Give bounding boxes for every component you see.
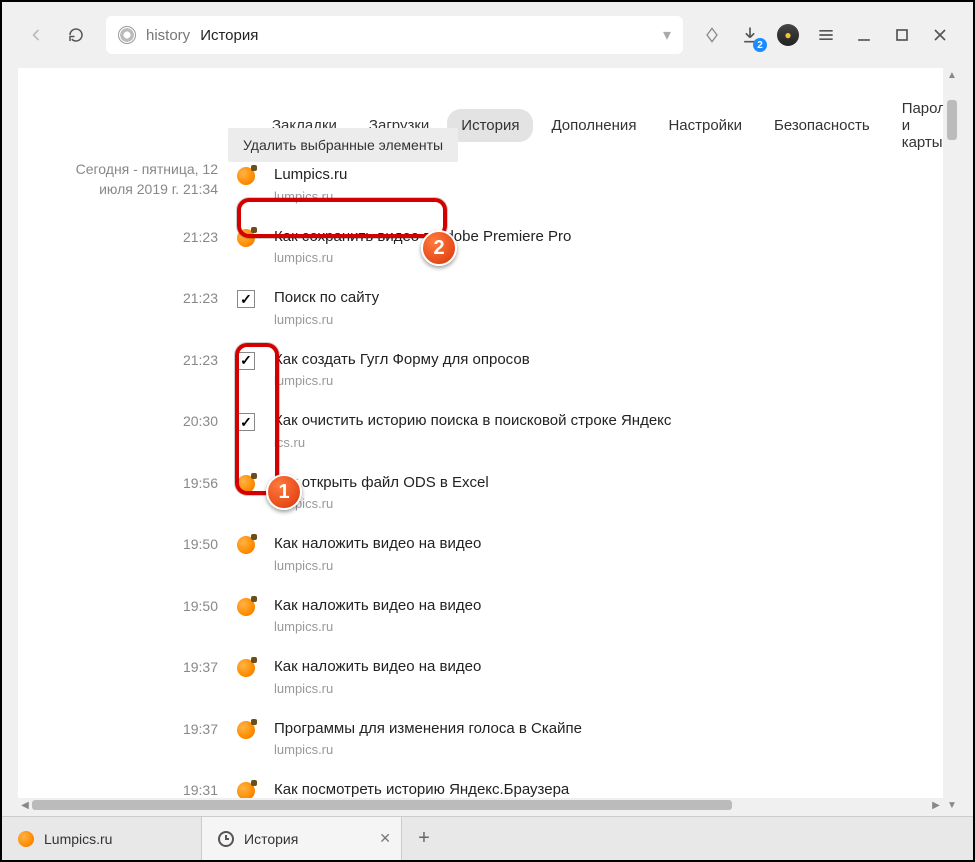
entry-time: 19:56	[18, 473, 218, 491]
minimize-button[interactable]	[849, 20, 879, 50]
entry-domain: lumpics.ru	[274, 373, 943, 388]
entry-title[interactable]: Как наложить видео на видео	[274, 596, 943, 616]
history-entry[interactable]: 19:56 Как открыть файл ODS в Excel lumpics…	[18, 468, 943, 530]
scroll-right-icon[interactable]: ▶	[929, 798, 943, 812]
entry-time: 21:23	[18, 227, 218, 245]
scroll-thumb[interactable]	[947, 100, 957, 140]
entry-title[interactable]: Программы для изменения голоса в Скайпе	[274, 719, 943, 739]
entry-domain: ics.ru	[274, 435, 943, 450]
tab-close-icon[interactable]: ✕	[379, 830, 391, 847]
entry-domain: lumpics.ru	[274, 742, 943, 757]
scroll-thumb-h[interactable]	[32, 800, 732, 810]
history-entry[interactable]: 21:23 Как сохранить видео в Adobe Premier…	[18, 222, 943, 284]
entry-domain: lumpics.ru	[274, 312, 943, 327]
entry-domain: lumpics.ru	[274, 250, 943, 265]
entry-checkbox[interactable]	[237, 290, 255, 308]
entry-time: 21:23	[18, 350, 218, 368]
entry-title[interactable]: Как создать Гугл Форму для опросов	[274, 350, 943, 370]
favicon-icon	[237, 475, 255, 493]
maximize-button[interactable]	[887, 20, 917, 50]
avatar: ●	[777, 24, 799, 46]
favicon-icon	[18, 831, 34, 847]
reload-button[interactable]	[60, 19, 92, 51]
browser-toolbar: history История ▾ 2 ●	[2, 2, 973, 68]
entry-time: 19:50	[18, 596, 218, 614]
history-entry[interactable]: 19:50 Как наложить видео на видео lumpics.…	[18, 591, 943, 653]
delete-selected-button[interactable]: Удалить выбранные элементы	[228, 128, 458, 162]
horizontal-scrollbar[interactable]: ◀ ▶	[18, 798, 943, 812]
yandex-button[interactable]	[697, 20, 727, 50]
favicon-icon	[237, 659, 255, 677]
entry-title[interactable]: Lumpics.ru	[274, 165, 943, 185]
downloads-badge: 2	[753, 38, 767, 52]
entry-domain: lumpics.ru	[274, 189, 943, 204]
entry-time: 21:23	[18, 288, 218, 306]
scroll-left-icon[interactable]: ◀	[18, 798, 32, 812]
site-icon	[118, 26, 136, 44]
entry-time: 20:30	[18, 411, 218, 429]
entry-time: 19:50	[18, 534, 218, 552]
profile-button[interactable]: ●	[773, 20, 803, 50]
entry-domain: lumpics.ru	[274, 496, 943, 511]
entry-title[interactable]: Как открыть файл ODS в Excel	[274, 473, 943, 493]
address-bar[interactable]: history История ▾	[106, 16, 683, 54]
entry-title[interactable]: Как наложить видео на видео	[274, 534, 943, 554]
scroll-down-icon[interactable]: ▼	[945, 798, 959, 812]
history-entry[interactable]: Lumpics.ru lumpics.ru	[18, 160, 943, 222]
history-entry[interactable]: 19:50 Как наложить видео на видео lumpics.…	[18, 529, 943, 591]
close-window-button[interactable]	[925, 20, 955, 50]
page-content: ЗакладкиЗагрузкиИсторияДополненияНастрой…	[18, 68, 943, 812]
history-entry[interactable]: 20:30 Как очистить историю поиска в поиск…	[18, 406, 943, 468]
scroll-up-icon[interactable]: ▲	[945, 68, 959, 82]
tab-label: История	[244, 831, 298, 847]
back-button[interactable]	[20, 19, 52, 51]
favicon-icon	[237, 167, 255, 185]
favicon-icon	[237, 598, 255, 616]
favicon-icon	[237, 229, 255, 247]
url-path: history	[146, 27, 190, 44]
favicon-icon	[237, 721, 255, 739]
entry-domain: lumpics.ru	[274, 558, 943, 573]
history-entry[interactable]: 19:37 Как наложить видео на видео lumpics.…	[18, 652, 943, 714]
vertical-scrollbar[interactable]: ▲ ▼	[945, 68, 959, 812]
tab-strip: Lumpics.ru История ✕ +	[2, 816, 973, 860]
tab-label: Lumpics.ru	[44, 831, 112, 847]
history-entry[interactable]: 19:37 Программы для изменения голоса в Ск…	[18, 714, 943, 776]
browser-tab[interactable]: Lumpics.ru	[2, 817, 202, 860]
entry-domain: lumpics.ru	[274, 619, 943, 634]
nav-tab-2[interactable]: История	[447, 109, 533, 142]
bookmark-icon[interactable]: ▾	[663, 25, 671, 45]
history-entry[interactable]: 21:23 Поиск по сайту lumpics.ru	[18, 283, 943, 345]
entry-time: 19:37	[18, 719, 218, 737]
downloads-button[interactable]: 2	[735, 20, 765, 50]
history-entry[interactable]: 21:23 Как создать Гугл Форму для опросов l…	[18, 345, 943, 407]
nav-tab-5[interactable]: Безопасность	[760, 109, 884, 142]
entry-checkbox[interactable]	[237, 352, 255, 370]
entry-time: 19:37	[18, 657, 218, 675]
entry-domain: lumpics.ru	[274, 681, 943, 696]
entry-title[interactable]: Как очистить историю поиска в поисковой …	[274, 411, 943, 431]
entry-title[interactable]: Как наложить видео на видео	[274, 657, 943, 677]
menu-button[interactable]	[811, 20, 841, 50]
clock-icon	[218, 831, 234, 847]
new-tab-button[interactable]: +	[402, 817, 446, 860]
favicon-icon	[237, 536, 255, 554]
entry-title[interactable]: Поиск по сайту	[274, 288, 943, 308]
entry-title[interactable]: Как посмотреть историю Яндекс.Браузера	[274, 780, 943, 800]
nav-tab-6[interactable]: Пароли и карты	[888, 92, 943, 159]
browser-tab[interactable]: История ✕	[202, 817, 402, 860]
entry-checkbox[interactable]	[237, 413, 255, 431]
settings-tabs: ЗакладкиЗагрузкиИсторияДополненияНастрой…	[18, 68, 943, 159]
entry-time	[18, 165, 218, 167]
entry-title[interactable]: Как сохранить видео в Adobe Premiere Pro	[274, 227, 943, 247]
nav-tab-4[interactable]: Настройки	[654, 109, 756, 142]
history-list: Lumpics.ru lumpics.ru 21:23 Как сохранить в…	[18, 160, 943, 812]
nav-tab-3[interactable]: Дополнения	[537, 109, 650, 142]
page-title: История	[200, 27, 258, 44]
entry-time: 19:31	[18, 780, 218, 798]
